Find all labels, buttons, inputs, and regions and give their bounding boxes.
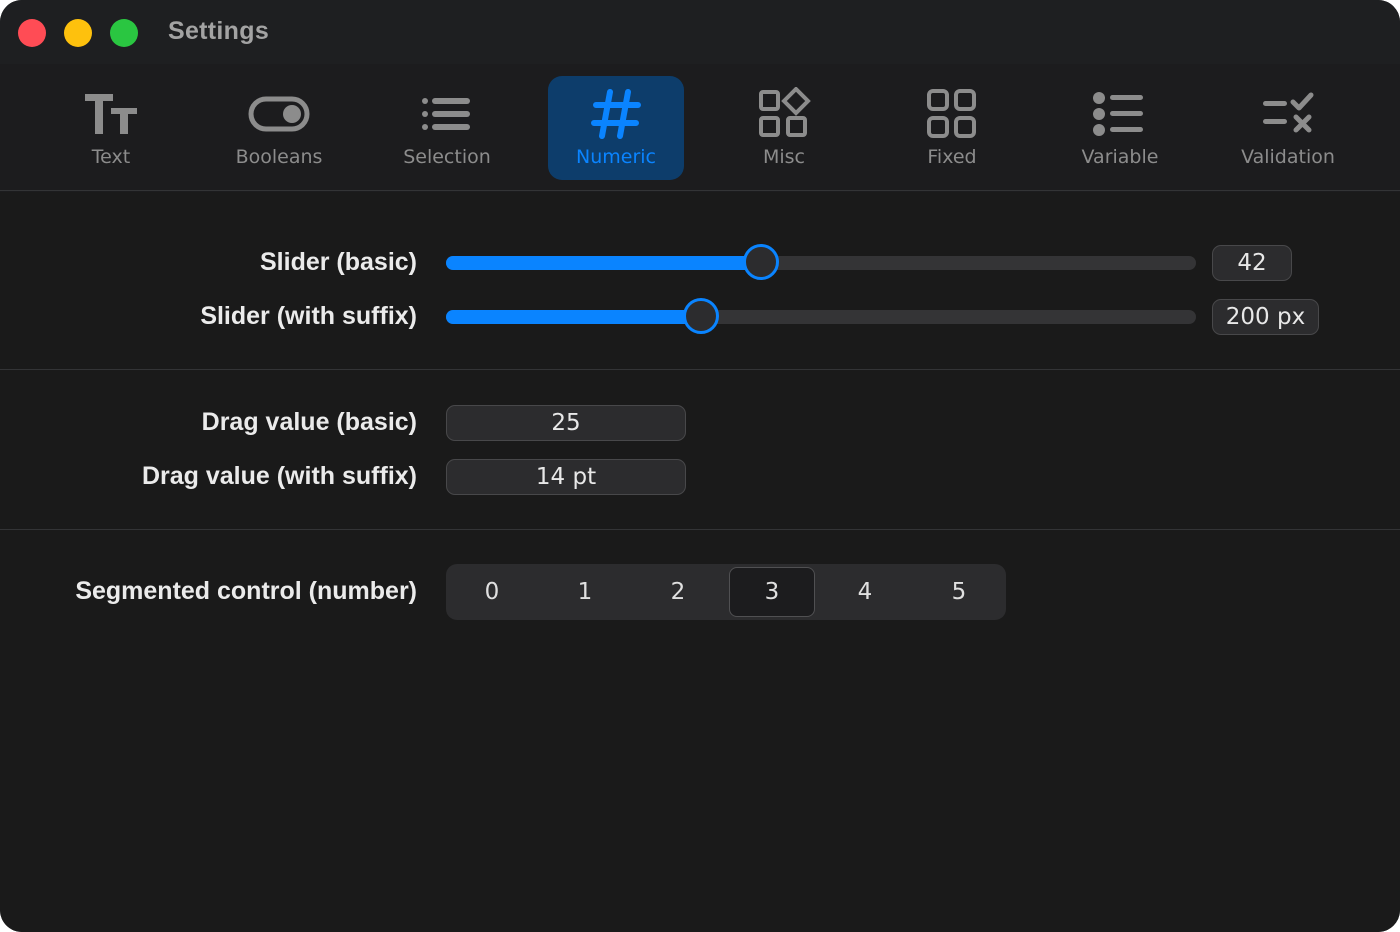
text-size-icon bbox=[83, 88, 139, 140]
slider-suffix[interactable] bbox=[446, 298, 1196, 334]
tab-fixed-label: Fixed bbox=[927, 146, 977, 168]
drag-suffix-label: Drag value (with suffix) bbox=[141, 462, 417, 490]
settings-window: Settings Text Booleans Selection Numeric… bbox=[0, 0, 1400, 932]
section-divider bbox=[0, 369, 1400, 370]
segment-option[interactable]: 3 bbox=[729, 567, 815, 617]
slider-basic-fill bbox=[446, 256, 761, 270]
tab-selection[interactable]: Selection bbox=[379, 76, 515, 180]
window-title: Settings bbox=[168, 17, 270, 45]
tab-booleans[interactable]: Booleans bbox=[211, 76, 347, 180]
tab-numeric-label: Numeric bbox=[576, 146, 656, 168]
tab-validation-label: Validation bbox=[1241, 146, 1335, 168]
drag-basic-field[interactable]: 25 bbox=[446, 405, 686, 441]
tab-misc-label: Misc bbox=[762, 146, 806, 168]
validation-icon bbox=[1259, 88, 1317, 140]
close-window-button[interactable] bbox=[18, 19, 46, 47]
settings-content: Slider (basic) 42 Slider (with suffix) 2… bbox=[0, 192, 1400, 932]
settings-toolbar: Text Booleans Selection Numeric Misc Fix… bbox=[0, 64, 1400, 191]
slider-basic-thumb[interactable] bbox=[743, 244, 779, 280]
title-bar: Settings bbox=[0, 0, 1400, 64]
slider-suffix-fill bbox=[446, 310, 701, 324]
bullet-list-icon bbox=[1093, 88, 1147, 140]
segment-option[interactable]: 5 bbox=[916, 567, 1002, 617]
slider-suffix-value[interactable]: 200 px bbox=[1212, 299, 1319, 335]
slider-basic-value[interactable]: 42 bbox=[1212, 245, 1292, 281]
tab-text[interactable]: Text bbox=[43, 76, 179, 180]
tab-variable[interactable]: Variable bbox=[1052, 76, 1188, 180]
section-divider bbox=[0, 529, 1400, 530]
grid-icon bbox=[925, 88, 979, 140]
slider-basic[interactable] bbox=[446, 244, 1196, 280]
minimize-window-button[interactable] bbox=[64, 19, 92, 47]
segment-option[interactable]: 1 bbox=[542, 567, 628, 617]
tab-selection-label: Selection bbox=[403, 146, 491, 168]
list-icon bbox=[420, 88, 474, 140]
slider-suffix-thumb[interactable] bbox=[683, 298, 719, 334]
maximize-window-button[interactable] bbox=[110, 19, 138, 47]
toggle-icon bbox=[248, 88, 310, 140]
segmented-control: 0 1 2 3 4 5 bbox=[446, 564, 1006, 620]
drag-basic-label: Drag value (basic) bbox=[201, 408, 417, 436]
segmented-label: Segmented control (number) bbox=[75, 577, 417, 605]
tab-fixed[interactable]: Fixed bbox=[884, 76, 1020, 180]
tab-booleans-label: Booleans bbox=[235, 146, 323, 168]
segment-option[interactable]: 2 bbox=[635, 567, 721, 617]
tab-variable-label: Variable bbox=[1081, 146, 1159, 168]
tab-misc[interactable]: Misc bbox=[716, 76, 852, 180]
drag-suffix-field[interactable]: 14 pt bbox=[446, 459, 686, 495]
hash-icon bbox=[590, 88, 642, 140]
tab-text-label: Text bbox=[91, 146, 131, 168]
shapes-icon bbox=[757, 87, 811, 140]
tab-validation[interactable]: Validation bbox=[1220, 76, 1356, 180]
slider-suffix-label: Slider (with suffix) bbox=[200, 302, 417, 330]
slider-basic-label: Slider (basic) bbox=[260, 248, 417, 276]
segment-option[interactable]: 4 bbox=[822, 567, 908, 617]
segment-option[interactable]: 0 bbox=[449, 567, 535, 617]
tab-numeric[interactable]: Numeric bbox=[548, 76, 684, 180]
